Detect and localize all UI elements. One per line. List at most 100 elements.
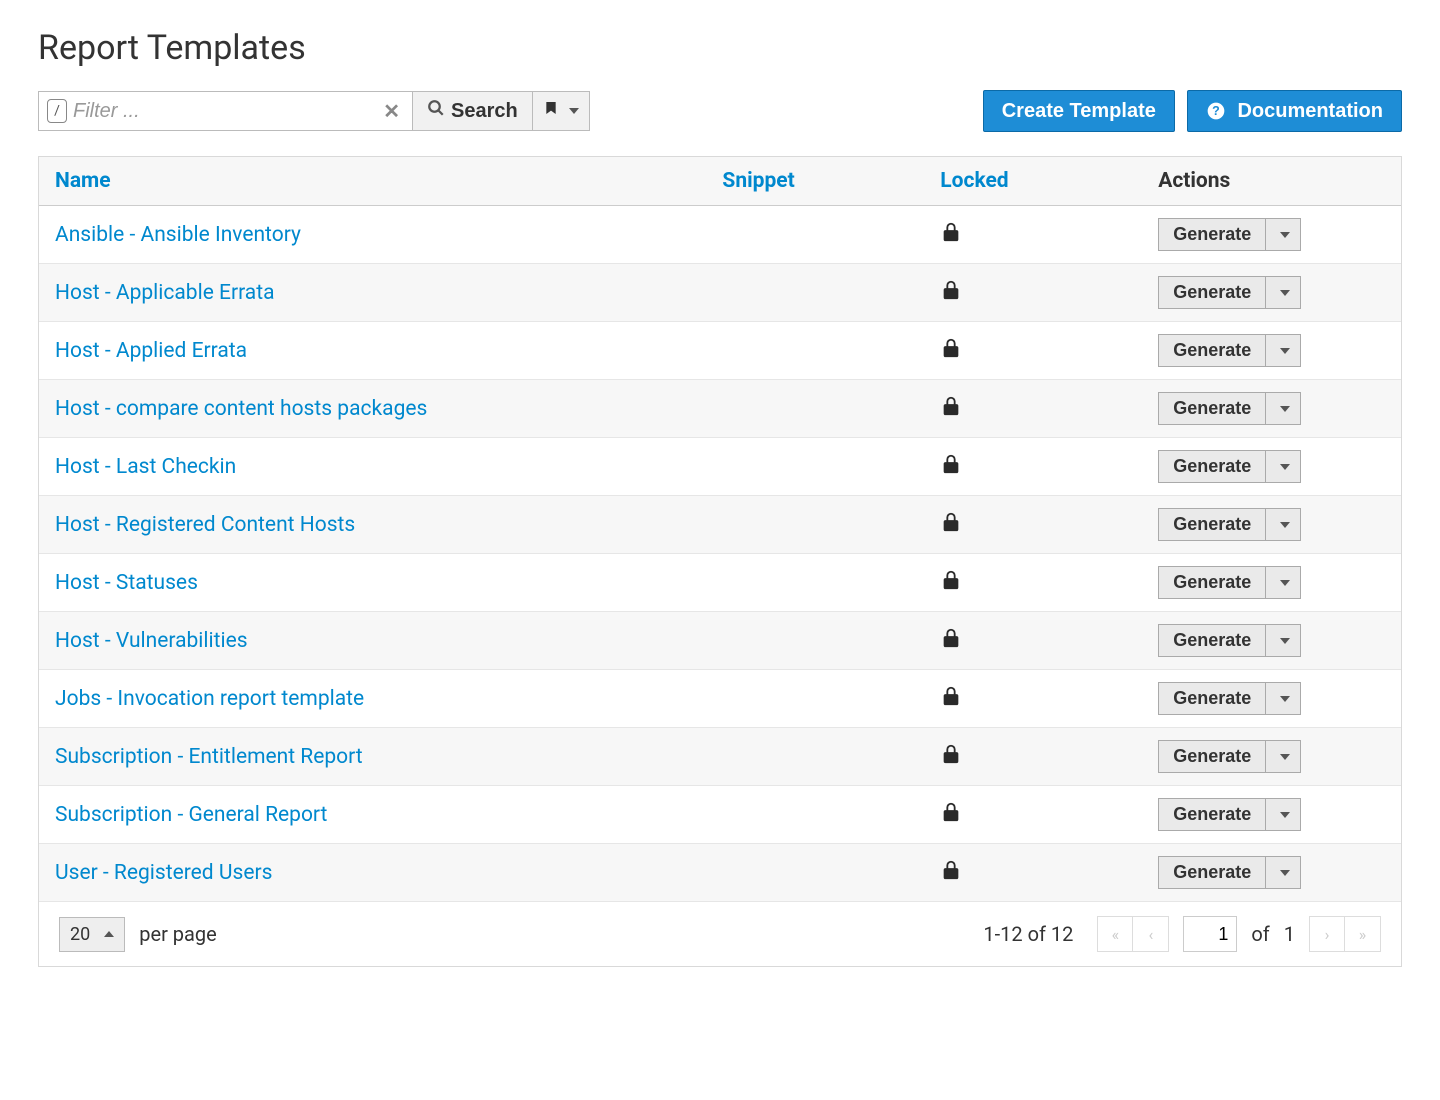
action-dropdown-toggle[interactable]: [1266, 450, 1301, 483]
generate-button[interactable]: Generate: [1158, 392, 1266, 425]
table-row: Host - Vulnerabilities Generate: [39, 612, 1401, 670]
col-header-snippet[interactable]: Snippet: [706, 157, 924, 206]
help-icon: ?: [1206, 101, 1226, 121]
action-dropdown-toggle[interactable]: [1266, 624, 1301, 657]
template-name-link[interactable]: Subscription - General Report: [55, 803, 327, 827]
create-template-button[interactable]: Create Template: [983, 90, 1175, 132]
action-dropdown-toggle[interactable]: [1266, 392, 1301, 425]
locked-cell: [924, 206, 1142, 264]
pagination-first-button[interactable]: «: [1097, 916, 1133, 952]
table-row: Host - Applied Errata Generate: [39, 322, 1401, 380]
action-dropdown-toggle[interactable]: [1266, 508, 1301, 541]
generate-button[interactable]: Generate: [1158, 450, 1266, 483]
snippet-cell: [706, 206, 924, 264]
table-row: Host - Statuses Generate: [39, 554, 1401, 612]
lock-icon: [940, 573, 962, 597]
template-name-link[interactable]: User - Registered Users: [55, 861, 272, 885]
generate-button[interactable]: Generate: [1158, 624, 1266, 657]
snippet-cell: [706, 844, 924, 902]
generate-button[interactable]: Generate: [1158, 798, 1266, 831]
action-dropdown-toggle[interactable]: [1266, 334, 1301, 367]
pagination-of-label: of: [1251, 922, 1269, 946]
generate-button[interactable]: Generate: [1158, 566, 1266, 599]
pagination-prev-group: « ‹: [1097, 916, 1169, 952]
chevron-down-icon: [1280, 638, 1290, 644]
filter-input[interactable]: [73, 100, 379, 123]
action-dropdown-toggle[interactable]: [1266, 566, 1301, 599]
pagination-next-group: › »: [1309, 916, 1381, 952]
chevron-down-icon: [1280, 348, 1290, 354]
locked-cell: [924, 612, 1142, 670]
per-page-label: per page: [139, 922, 217, 946]
chevron-up-icon: [104, 931, 114, 937]
chevron-down-icon: [1280, 406, 1290, 412]
lock-icon: [940, 283, 962, 307]
table-row: Host - Last Checkin Generate: [39, 438, 1401, 496]
locked-cell: [924, 554, 1142, 612]
template-name-link[interactable]: Host - Last Checkin: [55, 455, 236, 479]
locked-cell: [924, 844, 1142, 902]
locked-cell: [924, 728, 1142, 786]
documentation-button-label: Documentation: [1237, 100, 1383, 122]
snippet-cell: [706, 728, 924, 786]
snippet-cell: [706, 670, 924, 728]
generate-button[interactable]: Generate: [1158, 740, 1266, 773]
bookmark-dropdown-button[interactable]: [533, 91, 590, 131]
pagination-next-button[interactable]: ›: [1309, 916, 1345, 952]
template-name-link[interactable]: Host - Vulnerabilities: [55, 629, 248, 653]
bookmark-icon: [543, 99, 559, 123]
search-button[interactable]: Search: [413, 91, 533, 131]
template-name-link[interactable]: Host - Statuses: [55, 571, 198, 595]
pagination-last-button[interactable]: »: [1345, 916, 1381, 952]
chevron-down-icon: [1280, 290, 1290, 296]
col-header-actions: Actions: [1142, 157, 1401, 206]
action-dropdown-toggle[interactable]: [1266, 682, 1301, 715]
search-icon: [427, 99, 445, 123]
template-name-link[interactable]: Host - Applied Errata: [55, 339, 247, 363]
pagination-page-input[interactable]: [1183, 916, 1237, 952]
table-row: Subscription - General Report Generate: [39, 786, 1401, 844]
snippet-cell: [706, 612, 924, 670]
generate-button[interactable]: Generate: [1158, 218, 1266, 251]
locked-cell: [924, 322, 1142, 380]
per-page-select[interactable]: 20: [59, 917, 125, 952]
locked-cell: [924, 438, 1142, 496]
generate-button[interactable]: Generate: [1158, 276, 1266, 309]
action-dropdown-toggle[interactable]: [1266, 740, 1301, 773]
pagination-prev-button[interactable]: ‹: [1133, 916, 1169, 952]
table-row: Subscription - Entitlement Report Generat…: [39, 728, 1401, 786]
generate-button[interactable]: Generate: [1158, 856, 1266, 889]
action-dropdown-toggle[interactable]: [1266, 276, 1301, 309]
per-page-value: 20: [70, 924, 90, 945]
template-name-link[interactable]: Jobs - Invocation report template: [55, 687, 364, 711]
search-group: / ✕ Search: [38, 91, 590, 131]
action-dropdown-toggle[interactable]: [1266, 218, 1301, 251]
col-header-locked[interactable]: Locked: [924, 157, 1142, 206]
generate-button[interactable]: Generate: [1158, 508, 1266, 541]
documentation-button[interactable]: ? Documentation: [1187, 90, 1402, 132]
template-name-link[interactable]: Subscription - Entitlement Report: [55, 745, 363, 769]
snippet-cell: [706, 786, 924, 844]
template-name-link[interactable]: Host - Applicable Errata: [55, 281, 275, 305]
col-header-name[interactable]: Name: [39, 157, 706, 206]
generate-button[interactable]: Generate: [1158, 682, 1266, 715]
lock-icon: [940, 805, 962, 829]
clear-filter-icon[interactable]: ✕: [379, 99, 404, 123]
table-row: Ansible - Ansible Inventory Generate: [39, 206, 1401, 264]
generate-button[interactable]: Generate: [1158, 334, 1266, 367]
locked-cell: [924, 670, 1142, 728]
svg-text:?: ?: [1212, 104, 1220, 118]
template-name-link[interactable]: Host - compare content hosts packages: [55, 397, 427, 421]
action-dropdown-toggle[interactable]: [1266, 798, 1301, 831]
filter-wrap: / ✕: [38, 91, 413, 131]
chevron-down-icon: [1280, 232, 1290, 238]
chevron-down-icon: [1280, 812, 1290, 818]
template-name-link[interactable]: Ansible - Ansible Inventory: [55, 223, 301, 247]
lock-icon: [940, 689, 962, 713]
pagination-total-pages: 1: [1284, 922, 1295, 946]
template-name-link[interactable]: Host - Registered Content Hosts: [55, 513, 355, 537]
table-container: Name Snippet Locked Actions Ansible - An…: [38, 156, 1402, 967]
action-dropdown-toggle[interactable]: [1266, 856, 1301, 889]
lock-icon: [940, 747, 962, 771]
snippet-cell: [706, 380, 924, 438]
